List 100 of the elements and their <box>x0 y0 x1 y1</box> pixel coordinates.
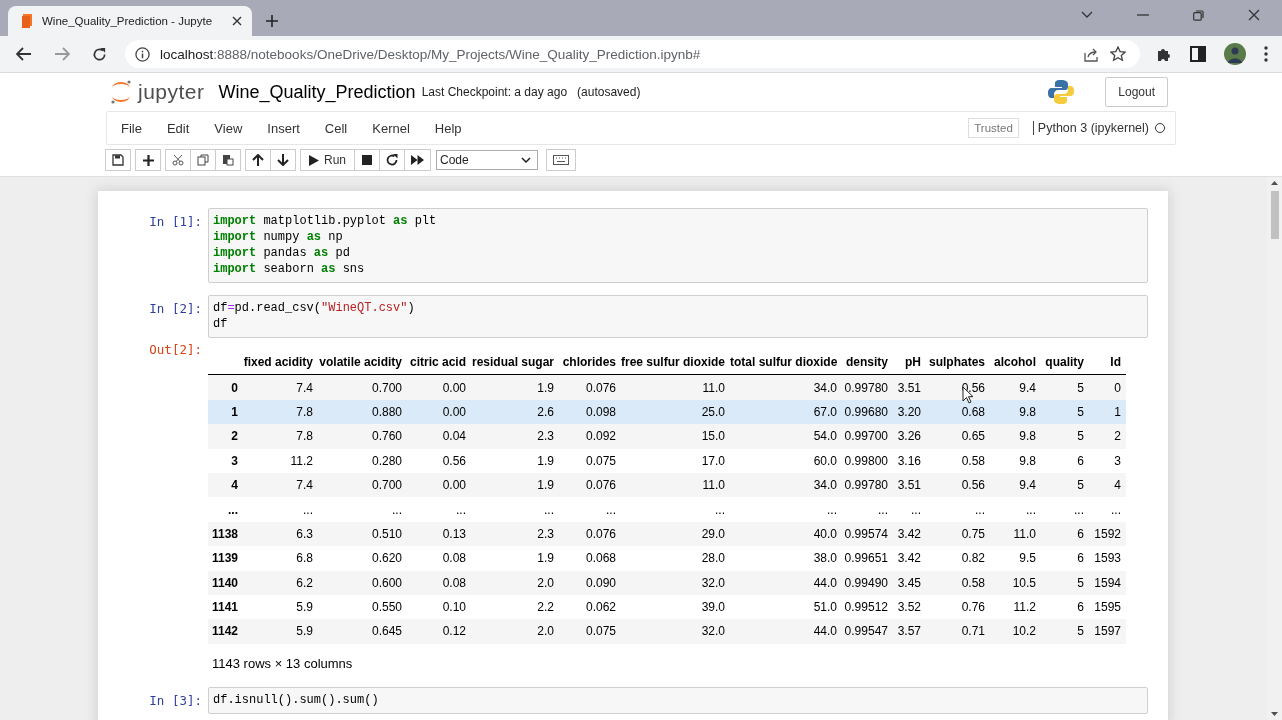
table-cell: 0.760 <box>371 429 402 444</box>
puzzle-icon[interactable] <box>1156 46 1172 62</box>
column-header: volatile acidity <box>319 355 402 370</box>
output-prompt: Out[2]: <box>148 341 203 359</box>
restore-icon[interactable] <box>1193 9 1204 21</box>
table-cell: 0.75 <box>961 526 985 541</box>
reload-icon[interactable] <box>92 46 107 62</box>
jupyter-logo-icon[interactable] <box>110 79 132 105</box>
plus-icon <box>142 154 154 166</box>
add-cell-button[interactable] <box>135 149 161 171</box>
table-cell: 0.99780 <box>844 380 888 395</box>
column-header: density <box>846 355 888 370</box>
code-input[interactable]: import matplotlib.pyplot as plt import numpy as np import pandas as pd import seaborn as sns <box>208 208 1148 283</box>
side-panel-icon[interactable] <box>1190 46 1206 62</box>
table-cell: 2.0 <box>537 575 554 590</box>
menu-item[interactable]: View <box>204 120 253 136</box>
menu-item[interactable]: Help <box>424 120 472 136</box>
table-cell: 5 <box>1077 624 1084 639</box>
trusted-badge[interactable]: Trusted <box>968 118 1019 138</box>
table-cell: 9.4 <box>1019 478 1036 493</box>
stop-button[interactable] <box>354 149 380 171</box>
table-cell: 11.0 <box>1013 526 1036 541</box>
run-button[interactable]: Run <box>300 149 355 171</box>
restart-icon <box>386 154 398 166</box>
table-cell: 25.0 <box>701 404 725 419</box>
table-cell: 11.2 <box>1013 600 1036 615</box>
scroll-up-icon[interactable] <box>1271 181 1278 185</box>
table-cell: 5.9 <box>296 600 313 615</box>
table-cell: 54.0 <box>813 429 837 444</box>
share-icon[interactable] <box>1084 46 1100 62</box>
table-cell: 2 <box>1114 429 1121 444</box>
new-tab-icon[interactable] <box>266 15 278 27</box>
code-input[interactable]: df.isnull().sum().sum() <box>208 686 1148 714</box>
cut-button[interactable] <box>165 149 191 171</box>
forward-icon[interactable] <box>54 47 70 61</box>
table-cell: 1.9 <box>537 478 554 493</box>
table-cell: 6.8 <box>296 551 313 566</box>
table-cell: 5 <box>1077 404 1084 419</box>
back-icon[interactable] <box>16 47 32 61</box>
menu-item[interactable]: Insert <box>257 120 310 136</box>
table-cell: 2.0 <box>537 624 554 639</box>
table-cell: ... <box>715 502 725 517</box>
table-cell: 40.0 <box>813 526 837 541</box>
code-input[interactable]: df=pd.read_csv("WineQT.csv") df <box>208 295 1148 338</box>
table-cell: 0.880 <box>371 404 402 419</box>
address-bar[interactable]: localhost:8888/notebooks/OneDrive/Desktop/My_Projects/Wine_Quality_Prediction.ipynb# <box>125 40 1140 68</box>
move-down-button[interactable] <box>270 149 296 171</box>
table-cell: 3.52 <box>897 600 921 615</box>
table-cell: 0.068 <box>585 551 616 566</box>
scroll-down-icon[interactable] <box>1271 712 1278 716</box>
table-cell: 1 <box>1114 404 1121 419</box>
paste-button[interactable] <box>215 149 241 171</box>
menu-item[interactable]: Edit <box>156 120 200 136</box>
notebook-title[interactable]: Wine_Quality_Prediction <box>218 81 416 103</box>
cell-type-dropdown[interactable]: Code <box>436 150 538 170</box>
star-icon[interactable] <box>1110 46 1126 62</box>
table-cell: 5 <box>1077 429 1084 444</box>
row-index: 1 <box>231 404 238 419</box>
autosave-status: (autosaved) <box>577 85 641 99</box>
table-cell: ... <box>975 502 985 517</box>
chevron-down-icon[interactable] <box>1081 11 1093 19</box>
table-cell: 32.0 <box>701 624 725 639</box>
table-cell: 3.16 <box>897 453 921 468</box>
table-cell: 0.700 <box>371 478 402 493</box>
kernel-name[interactable]: Python 3 (ipykernel) <box>1032 121 1149 135</box>
table-cell: 6 <box>1077 453 1084 468</box>
menu-item[interactable]: Kernel <box>362 120 420 136</box>
restart-button[interactable] <box>379 149 405 171</box>
logo-text[interactable]: jupyter <box>138 80 205 104</box>
table-cell: ... <box>303 502 313 517</box>
table-cell: 6 <box>1077 600 1084 615</box>
logout-button[interactable]: Logout <box>1105 77 1168 107</box>
row-index: 1138 <box>211 526 238 541</box>
close-icon[interactable] <box>1248 9 1260 21</box>
table-cell: 39.0 <box>701 600 725 615</box>
info-icon <box>135 46 150 62</box>
menu-item[interactable]: Cell <box>314 120 358 136</box>
table-cell: 0.510 <box>371 526 402 541</box>
fast-forward-button[interactable] <box>404 149 431 171</box>
move-up-button[interactable] <box>245 149 271 171</box>
scrollbar-thumb[interactable] <box>1270 191 1279 239</box>
table-cell: 3.45 <box>897 575 921 590</box>
table-cell: 11.2 <box>290 453 313 468</box>
table-cell: 0.71 <box>961 624 985 639</box>
table-cell: 5.9 <box>296 624 313 639</box>
avatar-icon[interactable] <box>1224 43 1246 65</box>
table-cell: 0.56 <box>442 453 466 468</box>
row-index: 1142 <box>211 624 238 639</box>
table-cell: ... <box>1074 502 1084 517</box>
keyboard-button[interactable] <box>546 149 576 171</box>
more-icon[interactable] <box>1264 46 1268 62</box>
close-icon[interactable] <box>232 16 242 26</box>
menu-item[interactable]: File <box>111 120 152 136</box>
save-button[interactable] <box>105 149 131 171</box>
table-cell: 60.0 <box>813 453 837 468</box>
table-cell: 44.0 <box>813 575 837 590</box>
input-prompt: In [3]: <box>148 691 203 710</box>
row-index: ... <box>228 502 238 517</box>
table-cell: 0.00 <box>442 478 466 493</box>
table-cell: 1592 <box>1094 526 1121 541</box>
